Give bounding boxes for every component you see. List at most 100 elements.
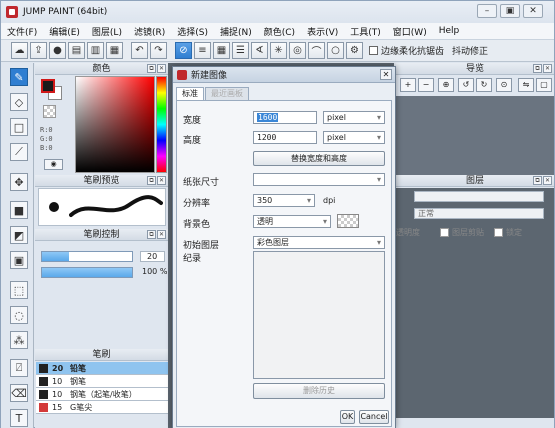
menu-filter[interactable]: 滤镜(R) <box>128 25 171 38</box>
menu-help[interactable]: Help <box>433 26 466 36</box>
initial-layer-select[interactable]: 彩色图层 <box>253 236 385 249</box>
stabilizer-label[interactable]: 抖动修正 <box>452 44 488 57</box>
magic-wand-icon[interactable]: ⁂ <box>10 331 28 349</box>
maximize-button[interactable]: ▣ <box>500 4 520 18</box>
menu-file[interactable]: 文件(F) <box>1 25 43 38</box>
minimize-button[interactable]: – <box>477 4 497 18</box>
background-color-select[interactable]: 透明 <box>253 215 331 228</box>
foreground-color-swatch[interactable] <box>41 79 55 93</box>
width-input[interactable]: 1600 <box>253 111 317 124</box>
text-tool-icon[interactable]: T <box>10 409 28 427</box>
brush-item[interactable]: 10 钢笔（起笔/收笔） <box>36 388 171 401</box>
move-tool-icon[interactable]: ✥ <box>10 173 28 191</box>
brush-item[interactable]: 10 钢笔 <box>36 375 171 388</box>
zoom-out-icon[interactable]: − <box>418 78 434 92</box>
height-unit-select[interactable]: pixel <box>323 131 385 144</box>
brush-size-value[interactable]: 20 <box>140 251 165 262</box>
brush-item[interactable]: 20 铅笔 <box>36 362 171 375</box>
line-tool-icon[interactable]: ⟋ <box>10 143 28 161</box>
select-eraser-icon[interactable]: ⌫ <box>10 384 28 402</box>
parallel-lines-icon[interactable]: ≡ <box>194 42 211 59</box>
menu-layer[interactable]: 图层(L) <box>86 25 128 38</box>
panel-close-icon[interactable]: ✕ <box>157 230 166 239</box>
document-icon[interactable]: ▤ <box>68 42 85 59</box>
menu-select[interactable]: 选择(S) <box>171 25 214 38</box>
paper-size-select[interactable] <box>253 173 385 186</box>
ok-button[interactable]: OK <box>340 410 355 424</box>
lasso-tool-icon[interactable]: ◌ <box>10 306 28 324</box>
eraser-tool-icon[interactable]: ◇ <box>10 93 28 111</box>
antialias-checkbox[interactable]: 边缘柔化抗锯齿 <box>369 44 444 57</box>
pen-tool-icon[interactable]: ✎ <box>10 68 28 86</box>
lock-checkbox[interactable]: 锁定 <box>494 227 522 238</box>
close-button[interactable]: ✕ <box>523 4 543 18</box>
gradient-tool-icon[interactable]: ▣ <box>10 251 28 269</box>
brush-color-swatch <box>39 389 48 399</box>
radial-icon[interactable]: ✳ <box>270 42 287 59</box>
marquee-tool-icon[interactable]: ⬚ <box>10 281 28 299</box>
menu-view[interactable]: 表示(V) <box>301 25 344 38</box>
width-unit-select[interactable]: pixel <box>323 111 385 124</box>
rotate-right-icon[interactable]: ↻ <box>476 78 492 92</box>
pages-icon[interactable]: ▥ <box>87 42 104 59</box>
rotate-left-icon[interactable]: ↺ <box>458 78 474 92</box>
undo-icon[interactable]: ↶ <box>131 42 148 59</box>
fit-window-icon[interactable]: ▢ <box>536 78 552 92</box>
brush-opacity-slider[interactable] <box>41 267 133 278</box>
layer-list[interactable] <box>396 188 554 418</box>
flip-icon[interactable]: ⇋ <box>518 78 534 92</box>
menu-edit[interactable]: 编辑(E) <box>43 25 86 38</box>
panel-close-icon[interactable]: ✕ <box>543 64 552 73</box>
export-icon[interactable]: ⇪ <box>30 42 47 59</box>
snap-off-icon[interactable]: ⊘ <box>175 42 192 59</box>
brush-item[interactable]: 15 G笔尖 <box>36 401 171 414</box>
zoom-fit-icon[interactable]: ⊕ <box>438 78 454 92</box>
float-icon[interactable]: ⧉ <box>147 64 156 73</box>
circle-snap-icon[interactable]: ○ <box>327 42 344 59</box>
menu-snap[interactable]: 捕捉(N) <box>214 25 258 38</box>
dialog-close-icon[interactable]: ✕ <box>380 69 392 80</box>
rect-tool-icon[interactable]: □ <box>10 118 28 136</box>
grid-snap-icon[interactable]: ▦ <box>213 42 230 59</box>
bucket-tool-icon[interactable]: ◩ <box>10 226 28 244</box>
zoom-in-icon[interactable]: + <box>400 78 416 92</box>
panel-close-icon[interactable]: ✕ <box>543 176 552 185</box>
cloud-icon[interactable]: ☁ <box>11 42 28 59</box>
perspective-icon[interactable]: ∢ <box>251 42 268 59</box>
swap-dimensions-button[interactable]: 替换宽度和高度 <box>253 151 385 166</box>
initial-layer-label: 初始图层 <box>183 241 220 251</box>
grid-view-icon[interactable]: ▦ <box>106 42 123 59</box>
blend-mode-select[interactable]: 正常 <box>414 208 544 219</box>
redo-icon[interactable]: ↷ <box>150 42 167 59</box>
menu-tools[interactable]: 工具(T) <box>344 25 387 38</box>
hue-slider[interactable] <box>156 76 167 173</box>
memo-textarea[interactable] <box>253 251 385 379</box>
eye-icon[interactable]: ◉ <box>44 159 63 170</box>
panel-close-icon[interactable]: ✕ <box>157 176 166 185</box>
transparent-color-swatch[interactable] <box>43 105 56 118</box>
float-icon[interactable]: ⧉ <box>147 230 156 239</box>
resolution-select[interactable]: 350 <box>253 194 315 207</box>
clip-checkbox[interactable]: 图层剪贴 <box>440 227 484 238</box>
ruler-icon[interactable]: ☰ <box>232 42 249 59</box>
rotate-reset-icon[interactable]: ⊙ <box>496 78 512 92</box>
menu-window[interactable]: 窗口(W) <box>387 25 433 38</box>
settings-icon[interactable]: ⚙ <box>346 42 363 59</box>
float-icon[interactable]: ⧉ <box>533 64 542 73</box>
layer-name-field[interactable] <box>414 191 544 202</box>
saturation-value-picker[interactable] <box>75 76 155 173</box>
panel-close-icon[interactable]: ✕ <box>157 64 166 73</box>
float-icon[interactable]: ⧉ <box>147 176 156 185</box>
height-input[interactable]: 1200 <box>253 131 317 144</box>
cancel-button[interactable]: Cancel <box>359 410 389 424</box>
float-icon[interactable]: ⧉ <box>533 176 542 185</box>
tab-standard[interactable]: 标准 <box>176 87 204 100</box>
concentric-icon[interactable]: ◎ <box>289 42 306 59</box>
fill-rect-tool-icon[interactable]: ■ <box>10 201 28 219</box>
brush-size-slider[interactable] <box>41 251 133 262</box>
curve-icon[interactable]: ⌒ <box>308 42 325 59</box>
select-pen-icon[interactable]: ⍁ <box>10 359 28 377</box>
background-color-preview[interactable] <box>337 214 359 228</box>
menu-color[interactable]: 颜色(C) <box>258 25 301 38</box>
chat-icon[interactable]: ● <box>49 42 66 59</box>
